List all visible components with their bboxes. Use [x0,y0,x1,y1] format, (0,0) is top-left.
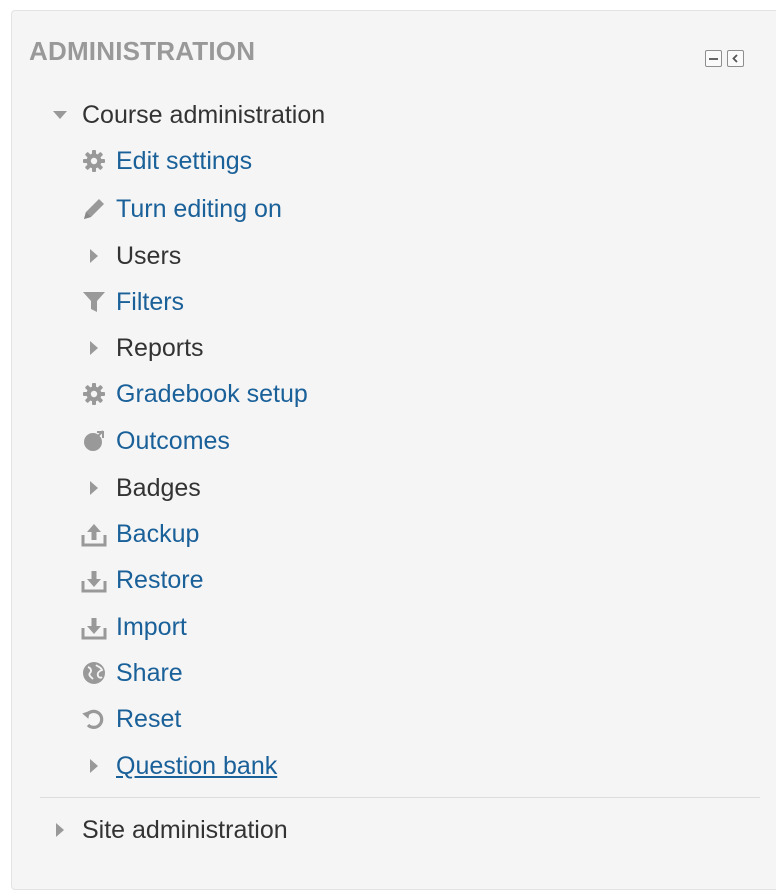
pencil-icon [74,191,114,227]
badges-label: Badges [116,473,201,502]
users-label: Users [116,241,182,270]
gear-icon [74,376,114,412]
gradebook-setup-link: Gradebook setup [116,379,308,408]
nav-item-outcomes[interactable]: Outcomes [74,423,230,459]
backup-link: Backup [116,519,200,548]
download-icon [74,562,114,598]
triangle-right-icon [74,238,114,274]
dock-left-icon[interactable] [727,50,744,67]
nav-item-share[interactable]: Share [74,655,183,691]
question-bank-link: Question bank [116,751,278,780]
nav-item-users[interactable]: Users [74,238,181,274]
share-link: Share [116,658,183,687]
course-administration-label: Course administration [82,100,326,129]
reset-link: Reset [116,704,182,733]
filter-icon [74,284,114,320]
nav-item-backup[interactable]: Backup [74,516,199,552]
nav-item-badges[interactable]: Badges [74,470,201,506]
gear-icon [74,143,114,179]
block-controls [705,50,744,67]
upload-icon [74,516,114,552]
outcomes-icon [74,423,114,459]
nav-item-restore[interactable]: Restore [74,562,204,598]
edit-settings-link: Edit settings [116,146,253,175]
globe-icon [74,655,114,691]
section-divider [40,797,760,798]
restore-link: Restore [116,565,204,594]
turn-editing-on-link: Turn editing on [116,194,282,223]
triangle-right-icon [74,748,114,784]
block-title: ADMINISTRATION [29,36,256,66]
nav-item-turn-editing-on[interactable]: Turn editing on [74,191,282,227]
nav-item-gradebook-setup[interactable]: Gradebook setup [74,376,308,412]
nav-item-edit-settings[interactable]: Edit settings [74,143,252,179]
reports-label: Reports [116,333,204,362]
triangle-right-icon [74,330,114,366]
site-administration-node[interactable]: Site administration [40,812,288,848]
import-link: Import [116,612,187,641]
site-administration-label: Site administration [82,815,288,844]
nav-item-reports[interactable]: Reports [74,330,204,366]
nav-item-filters[interactable]: Filters [74,284,184,320]
course-administration-node[interactable]: Course administration [40,97,325,133]
nav-item-reset[interactable]: Reset [74,701,181,737]
minus-box-icon[interactable] [705,50,722,67]
download-icon [74,609,114,645]
outcomes-link: Outcomes [116,426,230,455]
reset-icon [74,701,114,737]
filters-link: Filters [116,287,185,316]
triangle-down-icon [40,97,80,133]
triangle-right-icon [40,812,80,848]
nav-item-import[interactable]: Import [74,609,187,645]
nav-item-question-bank[interactable]: Question bank [74,748,277,784]
triangle-right-icon [74,470,114,506]
